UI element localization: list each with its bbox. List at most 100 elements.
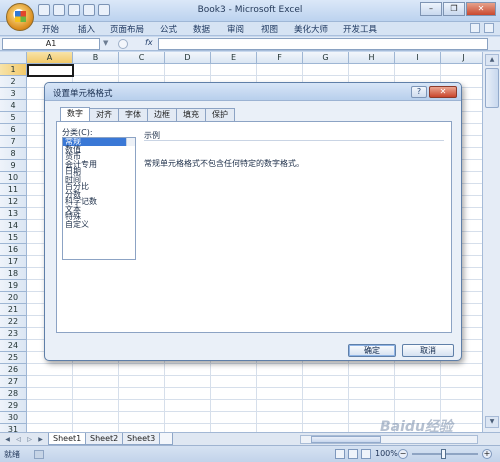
row-header[interactable]: 17 xyxy=(0,256,27,268)
column-header-b[interactable]: B xyxy=(73,52,119,64)
category-list[interactable]: 常规 数值 货币 会计专用 日期 时间 百分比 分数 科学记数 文本 特殊 自定… xyxy=(62,137,136,260)
formula-zoom-icon[interactable] xyxy=(118,39,128,49)
row-header[interactable]: 9 xyxy=(0,160,27,172)
tab-review[interactable]: 审阅 xyxy=(227,23,244,35)
tab-home[interactable]: 开始 xyxy=(42,23,59,35)
vertical-scroll-thumb[interactable] xyxy=(485,68,499,108)
scroll-up-icon[interactable]: ▲ xyxy=(485,54,499,66)
row-header[interactable]: 28 xyxy=(0,388,27,400)
last-sheet-icon[interactable]: ▶ xyxy=(36,435,45,444)
row-header[interactable]: 27 xyxy=(0,376,27,388)
restore-button[interactable]: ❐ xyxy=(443,2,465,16)
help-icon[interactable] xyxy=(470,23,480,33)
row-header[interactable]: 7 xyxy=(0,136,27,148)
row-header[interactable]: 19 xyxy=(0,280,27,292)
row-header[interactable]: 15 xyxy=(0,232,27,244)
ribbon-right-controls xyxy=(470,23,494,33)
active-cell[interactable] xyxy=(27,64,74,77)
row-header[interactable]: 10 xyxy=(0,172,27,184)
row-header[interactable]: 23 xyxy=(0,328,27,340)
next-sheet-icon[interactable]: ▷ xyxy=(25,435,34,444)
row-header[interactable]: 22 xyxy=(0,316,27,328)
dialog-close-button[interactable]: ✕ xyxy=(429,86,457,98)
insert-function-icon[interactable]: fx xyxy=(145,38,153,47)
row-header[interactable]: 8 xyxy=(0,148,27,160)
macro-record-icon[interactable] xyxy=(34,450,44,459)
formula-input[interactable] xyxy=(158,38,488,50)
tab-page-layout[interactable]: 页面布局 xyxy=(110,23,144,35)
row-header[interactable]: 31 xyxy=(0,424,27,432)
row-header[interactable]: 30 xyxy=(0,412,27,424)
row-header[interactable]: 5 xyxy=(0,112,27,124)
horizontal-scroll-thumb[interactable] xyxy=(311,436,381,443)
row-header[interactable]: 18 xyxy=(0,268,27,280)
column-header-g[interactable]: G xyxy=(303,52,349,64)
tab-developer[interactable]: 开发工具 xyxy=(343,23,377,35)
office-button[interactable] xyxy=(6,3,34,31)
ok-button[interactable]: 确定 xyxy=(348,344,396,357)
column-header-e[interactable]: E xyxy=(211,52,257,64)
tab-insert[interactable]: 插入 xyxy=(78,23,95,35)
tab-view[interactable]: 视图 xyxy=(261,23,278,35)
window-close-button[interactable]: ✕ xyxy=(466,2,496,16)
category-list-scrollbar[interactable] xyxy=(126,138,135,146)
name-box-dropdown-icon[interactable]: ▼ xyxy=(103,39,111,49)
row-header[interactable]: 2 xyxy=(0,76,27,88)
tab-protection[interactable]: 保护 xyxy=(205,108,235,121)
column-header-a[interactable]: A xyxy=(27,52,73,64)
dialog-help-button[interactable]: ? xyxy=(411,86,427,98)
tab-alignment[interactable]: 对齐 xyxy=(89,108,119,121)
scroll-down-icon[interactable]: ▼ xyxy=(485,416,499,428)
zoom-level[interactable]: 100% xyxy=(375,449,398,458)
select-all-corner[interactable] xyxy=(0,52,27,64)
tab-formulas[interactable]: 公式 xyxy=(160,23,177,35)
tab-fill[interactable]: 填充 xyxy=(176,108,206,121)
column-header-h[interactable]: H xyxy=(349,52,395,64)
category-custom[interactable]: 自定义 xyxy=(63,220,135,229)
row-header[interactable]: 29 xyxy=(0,400,27,412)
column-header-d[interactable]: D xyxy=(165,52,211,64)
zoom-in-icon[interactable]: + xyxy=(482,449,492,459)
prev-sheet-icon[interactable]: ◁ xyxy=(14,435,23,444)
row-header[interactable]: 6 xyxy=(0,124,27,136)
normal-view-icon[interactable] xyxy=(335,449,345,459)
page-layout-view-icon[interactable] xyxy=(348,449,358,459)
tab-data[interactable]: 数据 xyxy=(193,23,210,35)
tab-font[interactable]: 字体 xyxy=(118,108,148,121)
column-header-j[interactable]: J xyxy=(441,52,482,64)
column-header-c[interactable]: C xyxy=(119,52,165,64)
vertical-scrollbar[interactable]: ▲ ▼ xyxy=(482,52,500,432)
minimize-ribbon-icon[interactable] xyxy=(484,23,494,33)
row-header[interactable]: 24 xyxy=(0,340,27,352)
row-header[interactable]: 14 xyxy=(0,220,27,232)
row-header[interactable]: 26 xyxy=(0,364,27,376)
sheet-tab-sheet1[interactable]: Sheet1 xyxy=(48,433,87,445)
row-header[interactable]: 3 xyxy=(0,88,27,100)
cancel-button[interactable]: 取消 xyxy=(402,344,454,357)
row-header[interactable]: 13 xyxy=(0,208,27,220)
row-header[interactable]: 20 xyxy=(0,292,27,304)
row-header[interactable]: 11 xyxy=(0,184,27,196)
tab-number[interactable]: 数字 xyxy=(60,107,90,121)
sheet-tab-sheet2[interactable]: Sheet2 xyxy=(85,433,124,445)
sheet-tab-sheet3[interactable]: Sheet3 xyxy=(122,433,161,445)
first-sheet-icon[interactable]: ◀ xyxy=(3,435,12,444)
zoom-slider-knob[interactable] xyxy=(441,449,446,459)
column-header-i[interactable]: I xyxy=(395,52,441,64)
row-header[interactable]: 16 xyxy=(0,244,27,256)
sheet-nav: ◀ ◁ ▷ ▶ xyxy=(3,435,45,444)
horizontal-scrollbar[interactable] xyxy=(300,435,478,444)
row-header[interactable]: 1 xyxy=(0,64,27,76)
tab-beautify[interactable]: 美化大师 xyxy=(294,23,328,35)
row-header[interactable]: 21 xyxy=(0,304,27,316)
tab-border[interactable]: 边框 xyxy=(147,108,177,121)
zoom-out-icon[interactable]: − xyxy=(398,449,408,459)
insert-sheet-icon[interactable] xyxy=(159,433,173,445)
minimize-button[interactable]: – xyxy=(420,2,442,16)
page-break-view-icon[interactable] xyxy=(361,449,371,459)
row-header[interactable]: 25 xyxy=(0,352,27,364)
name-box[interactable]: A1 xyxy=(2,38,100,50)
row-header[interactable]: 4 xyxy=(0,100,27,112)
column-header-f[interactable]: F xyxy=(257,52,303,64)
row-header[interactable]: 12 xyxy=(0,196,27,208)
